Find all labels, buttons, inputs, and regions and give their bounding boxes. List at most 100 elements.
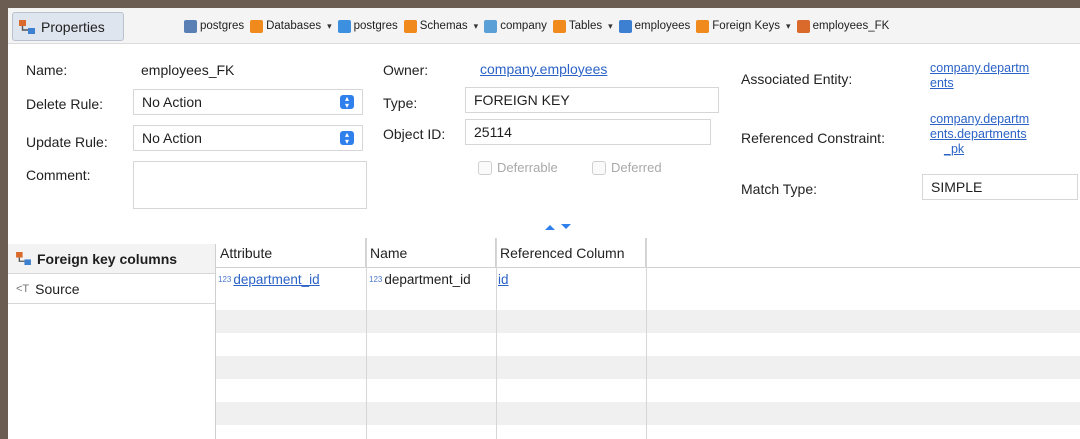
deferrable-label: Deferrable — [497, 160, 558, 175]
name-cell[interactable]: 123 department_id — [369, 268, 493, 291]
column-header-name[interactable]: Name — [366, 238, 496, 268]
type-label: Type: — [383, 95, 418, 111]
properties-tab-label: Properties — [41, 18, 105, 35]
delete-rule-select[interactable]: No Action ▴ ▾ — [133, 89, 363, 115]
comment-textarea[interactable] — [133, 161, 367, 209]
section-item-label: Source — [35, 280, 80, 297]
checkbox-box — [592, 160, 606, 175]
breadcrumb-label: Schemas — [419, 20, 468, 32]
panel-splitter-icon[interactable] — [543, 222, 573, 232]
foreign-key-icon — [16, 252, 31, 265]
column-divider — [496, 238, 497, 439]
name-field[interactable]: employees_FK — [132, 57, 368, 83]
deferrable-checkbox[interactable]: Deferrable — [478, 160, 558, 175]
breadcrumb-item[interactable]: Tables ▾ — [552, 19, 613, 33]
associated-entity-line: ents — [930, 76, 954, 90]
breadcrumb-label: Foreign Keys — [712, 20, 781, 32]
delete-rule-label: Delete Rule: — [26, 96, 104, 112]
attribute-cell[interactable]: 123 department_id — [218, 268, 364, 291]
delete-rule-value: No Action — [142, 94, 202, 110]
update-rule-value: No Action — [142, 130, 202, 146]
table-icon — [618, 19, 632, 33]
breadcrumb-label: employees — [634, 20, 691, 32]
associated-entity-link[interactable]: company.departm ents — [930, 61, 1029, 91]
chevron-down-icon[interactable]: ▾ — [327, 21, 332, 32]
deferred-label: Deferred — [611, 160, 662, 175]
match-type-label: Match Type: — [741, 181, 818, 197]
foreign-key-columns-grid: Attribute Name Referenced Column 123 dep… — [216, 238, 1080, 439]
breadcrumb-label: Tables — [568, 20, 603, 32]
breadcrumb-item[interactable]: postgres — [337, 19, 398, 33]
breadcrumb-item[interactable]: postgres — [184, 19, 245, 33]
breadcrumb-item[interactable]: Foreign Keys ▾ — [696, 19, 791, 33]
column-divider — [366, 238, 367, 439]
breadcrumb-label: postgres — [353, 20, 398, 32]
database-icon — [337, 19, 351, 33]
numeric-type-icon: 123 — [218, 275, 232, 284]
section-item-source[interactable]: <T Source — [8, 274, 215, 304]
column-header-referenced-column[interactable]: Referenced Column — [496, 238, 646, 268]
object-id-field[interactable]: 25114 — [465, 119, 711, 145]
checkbox-box — [478, 160, 492, 175]
column-header-attribute[interactable]: Attribute — [216, 238, 366, 268]
table-row-empty — [216, 356, 1080, 379]
associated-entity-label: Associated Entity: — [741, 71, 853, 87]
name-value: department_id — [384, 272, 471, 287]
referenced-constraint-label: Referenced Constraint: — [741, 130, 885, 146]
referenced-column-link[interactable]: id — [498, 272, 509, 287]
select-stepper-icon: ▴ ▾ — [340, 95, 354, 110]
breadcrumb-item[interactable]: Databases ▾ — [250, 19, 332, 33]
grid-header: Attribute Name Referenced Column — [216, 238, 1080, 268]
breadcrumb-item[interactable]: company — [484, 19, 547, 33]
deferred-checkbox[interactable]: Deferred — [592, 160, 662, 175]
chevron-down-icon[interactable]: ▾ — [608, 21, 613, 32]
update-rule-label: Update Rule: — [26, 134, 108, 150]
database-server-icon — [184, 19, 197, 33]
section-item-label: Foreign key columns — [37, 250, 178, 267]
editor-header: Properties postgres Databases ▾ postgres Sch… — [8, 8, 1080, 44]
section-list: Foreign key columns <T Source — [8, 244, 216, 439]
folder-icon — [250, 19, 264, 33]
comment-label: Comment: — [26, 167, 91, 183]
window-frame-top — [0, 0, 1080, 8]
type-field[interactable]: FOREIGN KEY — [465, 87, 719, 113]
chevron-down-icon[interactable]: ▾ — [474, 21, 479, 32]
select-stepper-icon: ▴ ▾ — [340, 131, 354, 146]
referenced-column-cell[interactable]: id — [498, 268, 644, 291]
update-rule-select[interactable]: No Action ▴ ▾ — [133, 125, 363, 151]
breadcrumb-item[interactable]: employees_FK — [796, 19, 890, 33]
foreign-key-icon — [19, 19, 35, 34]
breadcrumb-label: company — [500, 20, 547, 32]
breadcrumb-label: employees_FK — [812, 20, 890, 32]
referenced-constraint-link[interactable]: company.departm ents.departments _pk — [930, 112, 1029, 157]
table-row[interactable]: 123 department_id 123 department_id id — [216, 268, 1080, 291]
numeric-type-icon: 123 — [369, 275, 383, 284]
properties-tab[interactable]: Properties — [12, 12, 124, 41]
referenced-constraint-line: _pk — [944, 142, 965, 156]
owner-link[interactable]: company.employees — [480, 61, 607, 77]
table-row-empty — [216, 310, 1080, 333]
column-divider — [646, 238, 647, 439]
source-icon: <T — [16, 282, 30, 295]
associated-entity-line: company.departm — [930, 61, 1030, 75]
name-label: Name: — [26, 62, 68, 78]
breadcrumb-label: postgres — [200, 20, 245, 32]
referenced-constraint-line: ents.departments — [930, 127, 1027, 141]
section-item-foreign-key-columns[interactable]: Foreign key columns — [8, 244, 215, 274]
object-id-label: Object ID: — [383, 126, 446, 142]
foreign-key-icon — [796, 19, 810, 33]
match-type-field[interactable]: SIMPLE — [922, 174, 1078, 200]
breadcrumb-item[interactable]: Schemas ▾ — [403, 19, 479, 33]
breadcrumb-item[interactable]: employees — [618, 19, 691, 33]
breadcrumb-label: Databases — [266, 20, 322, 32]
window-frame-left — [0, 0, 8, 439]
table-row-empty — [216, 402, 1080, 425]
chevron-down-icon[interactable]: ▾ — [786, 21, 791, 32]
schemas-folder-icon — [403, 19, 417, 33]
schema-icon — [484, 19, 498, 33]
referenced-constraint-line: company.departm — [930, 112, 1030, 126]
owner-label: Owner: — [383, 62, 429, 78]
attribute-link[interactable]: department_id — [233, 272, 319, 287]
breadcrumb: postgres Databases ▾ postgres Schemas ▾ compan… — [184, 8, 895, 44]
fk-folder-icon — [696, 19, 710, 33]
